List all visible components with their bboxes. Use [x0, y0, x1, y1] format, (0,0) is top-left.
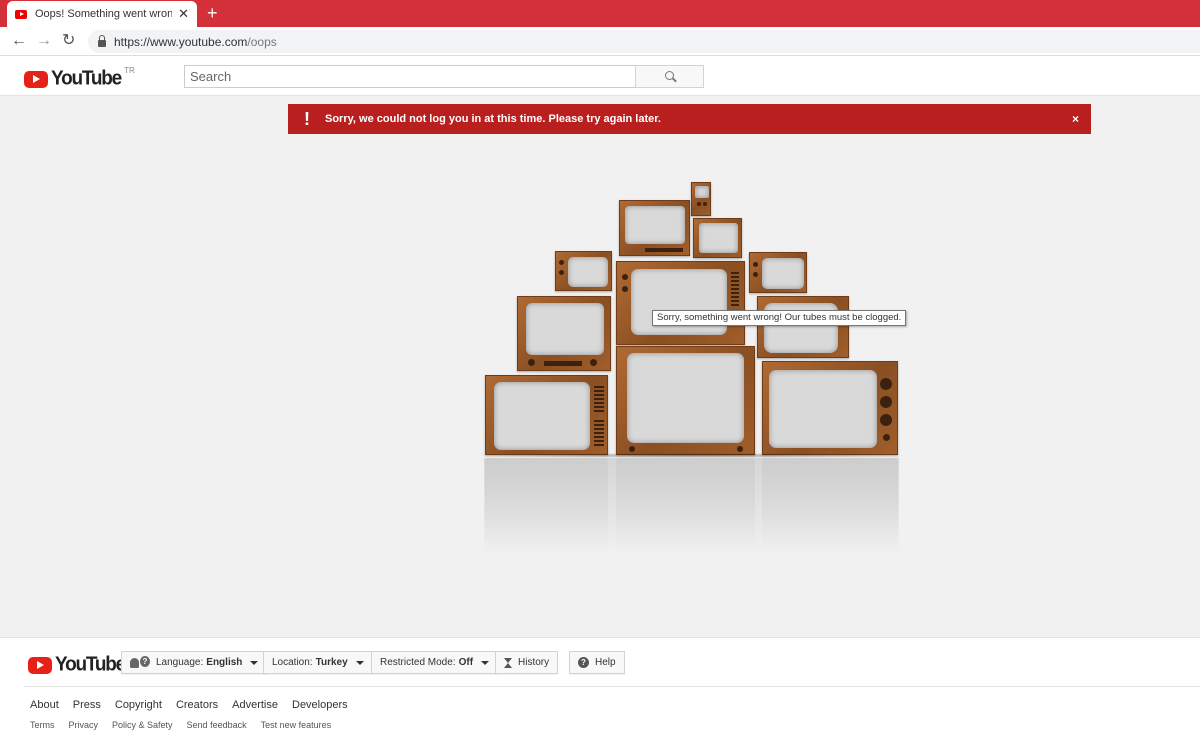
footer-link-test-features[interactable]: Test new features	[261, 720, 332, 730]
new-tab-button[interactable]: +	[207, 3, 218, 23]
footer-link-creators[interactable]: Creators	[176, 699, 218, 711]
tv-illustration	[616, 261, 745, 345]
broken-tvs-illustration	[460, 176, 920, 556]
caret-down-icon	[481, 660, 490, 665]
tv-reflection	[484, 458, 899, 556]
tv-illustration	[616, 346, 755, 455]
error-alert: ! Sorry, we could not log you in at this…	[288, 104, 1091, 134]
restricted-label: Restricted Mode:	[380, 657, 456, 668]
history-button[interactable]: History	[495, 651, 559, 674]
restricted-value: Off	[458, 657, 474, 668]
close-icon[interactable]: ×	[1072, 112, 1079, 126]
tab-close-icon[interactable]: ✕	[178, 6, 189, 22]
help-icon: ?	[578, 657, 589, 668]
caret-down-icon	[250, 660, 259, 665]
footer-link-about[interactable]: About	[30, 699, 59, 711]
footer: YouTube Language: English Location: Turk…	[0, 637, 1200, 751]
search-button[interactable]	[635, 65, 704, 88]
language-value: English	[206, 657, 243, 668]
location-value: Turkey	[315, 657, 348, 668]
help-label: Help	[595, 657, 616, 668]
caret-down-icon	[355, 660, 364, 665]
url-host: https://www.youtube.com	[114, 34, 248, 49]
logo-text: YouTube	[51, 67, 122, 90]
footer-secondary-links: Terms Privacy Policy & Safety Send feedb…	[30, 720, 331, 730]
exclamation-icon: !	[304, 108, 310, 129]
youtube-favicon-icon	[15, 9, 27, 19]
youtube-play-icon	[28, 656, 52, 674]
footer-link-policy-safety[interactable]: Policy & Safety	[112, 720, 173, 730]
reload-icon[interactable]: ↻	[62, 31, 75, 51]
search-icon	[665, 71, 674, 80]
tv-illustration	[485, 375, 608, 455]
hourglass-icon	[504, 657, 512, 668]
tv-illustration	[691, 182, 711, 216]
url-path: /oops	[247, 34, 277, 49]
tv-illustration	[619, 200, 690, 256]
tv-illustration	[762, 361, 898, 455]
tab-title: Oops! Something went wrong. - YouTube	[35, 8, 173, 20]
footer-logo-text: YouTube	[55, 653, 126, 676]
tv-illustration	[749, 252, 807, 293]
footer-logo[interactable]: YouTube	[28, 653, 126, 676]
browser-tab-bar: Oops! Something went wrong. - YouTube ✕ …	[0, 0, 1200, 27]
footer-link-privacy[interactable]: Privacy	[69, 720, 99, 730]
footer-link-advertise[interactable]: Advertise	[232, 699, 278, 711]
youtube-logo[interactable]: YouTube TR	[24, 65, 135, 90]
footer-link-copyright[interactable]: Copyright	[115, 699, 162, 711]
tv-illustration	[517, 296, 611, 371]
language-label: Language:	[156, 657, 204, 668]
browser-tab[interactable]: Oops! Something went wrong. - YouTube ✕	[7, 1, 197, 27]
language-button[interactable]: Language: English	[121, 651, 268, 674]
search-input[interactable]	[184, 65, 636, 88]
youtube-header: YouTube TR	[0, 56, 1200, 96]
location-button[interactable]: Location: Turkey	[263, 651, 373, 674]
region-code: TR	[124, 65, 135, 75]
back-arrow-icon[interactable]: ←	[11, 31, 27, 51]
tv-illustration	[555, 251, 612, 291]
footer-divider	[24, 686, 1200, 687]
footer-link-terms[interactable]: Terms	[30, 720, 55, 730]
tv-illustration	[757, 296, 849, 358]
footer-link-send-feedback[interactable]: Send feedback	[187, 720, 247, 730]
youtube-play-icon	[24, 70, 48, 88]
footer-link-developers[interactable]: Developers	[292, 699, 348, 711]
address-bar: ← → ↻ https://www.youtube.com/oops	[0, 27, 1200, 56]
tooltip: Sorry, something went wrong! Our tubes m…	[652, 310, 907, 326]
history-label: History	[518, 657, 550, 668]
people-help-icon	[130, 655, 150, 668]
help-button[interactable]: ? Help	[569, 651, 625, 674]
alert-message: Sorry, we could not log you in at this t…	[325, 113, 661, 125]
url-field[interactable]: https://www.youtube.com/oops	[88, 30, 1200, 53]
lock-icon[interactable]	[98, 34, 106, 47]
restricted-mode-button[interactable]: Restricted Mode: Off	[371, 651, 499, 674]
forward-arrow-icon[interactable]: →	[36, 31, 52, 51]
location-label: Location:	[272, 657, 313, 668]
footer-link-press[interactable]: Press	[73, 699, 101, 711]
tv-illustration	[693, 218, 742, 258]
footer-primary-links: About Press Copyright Creators Advertise…	[30, 699, 348, 711]
